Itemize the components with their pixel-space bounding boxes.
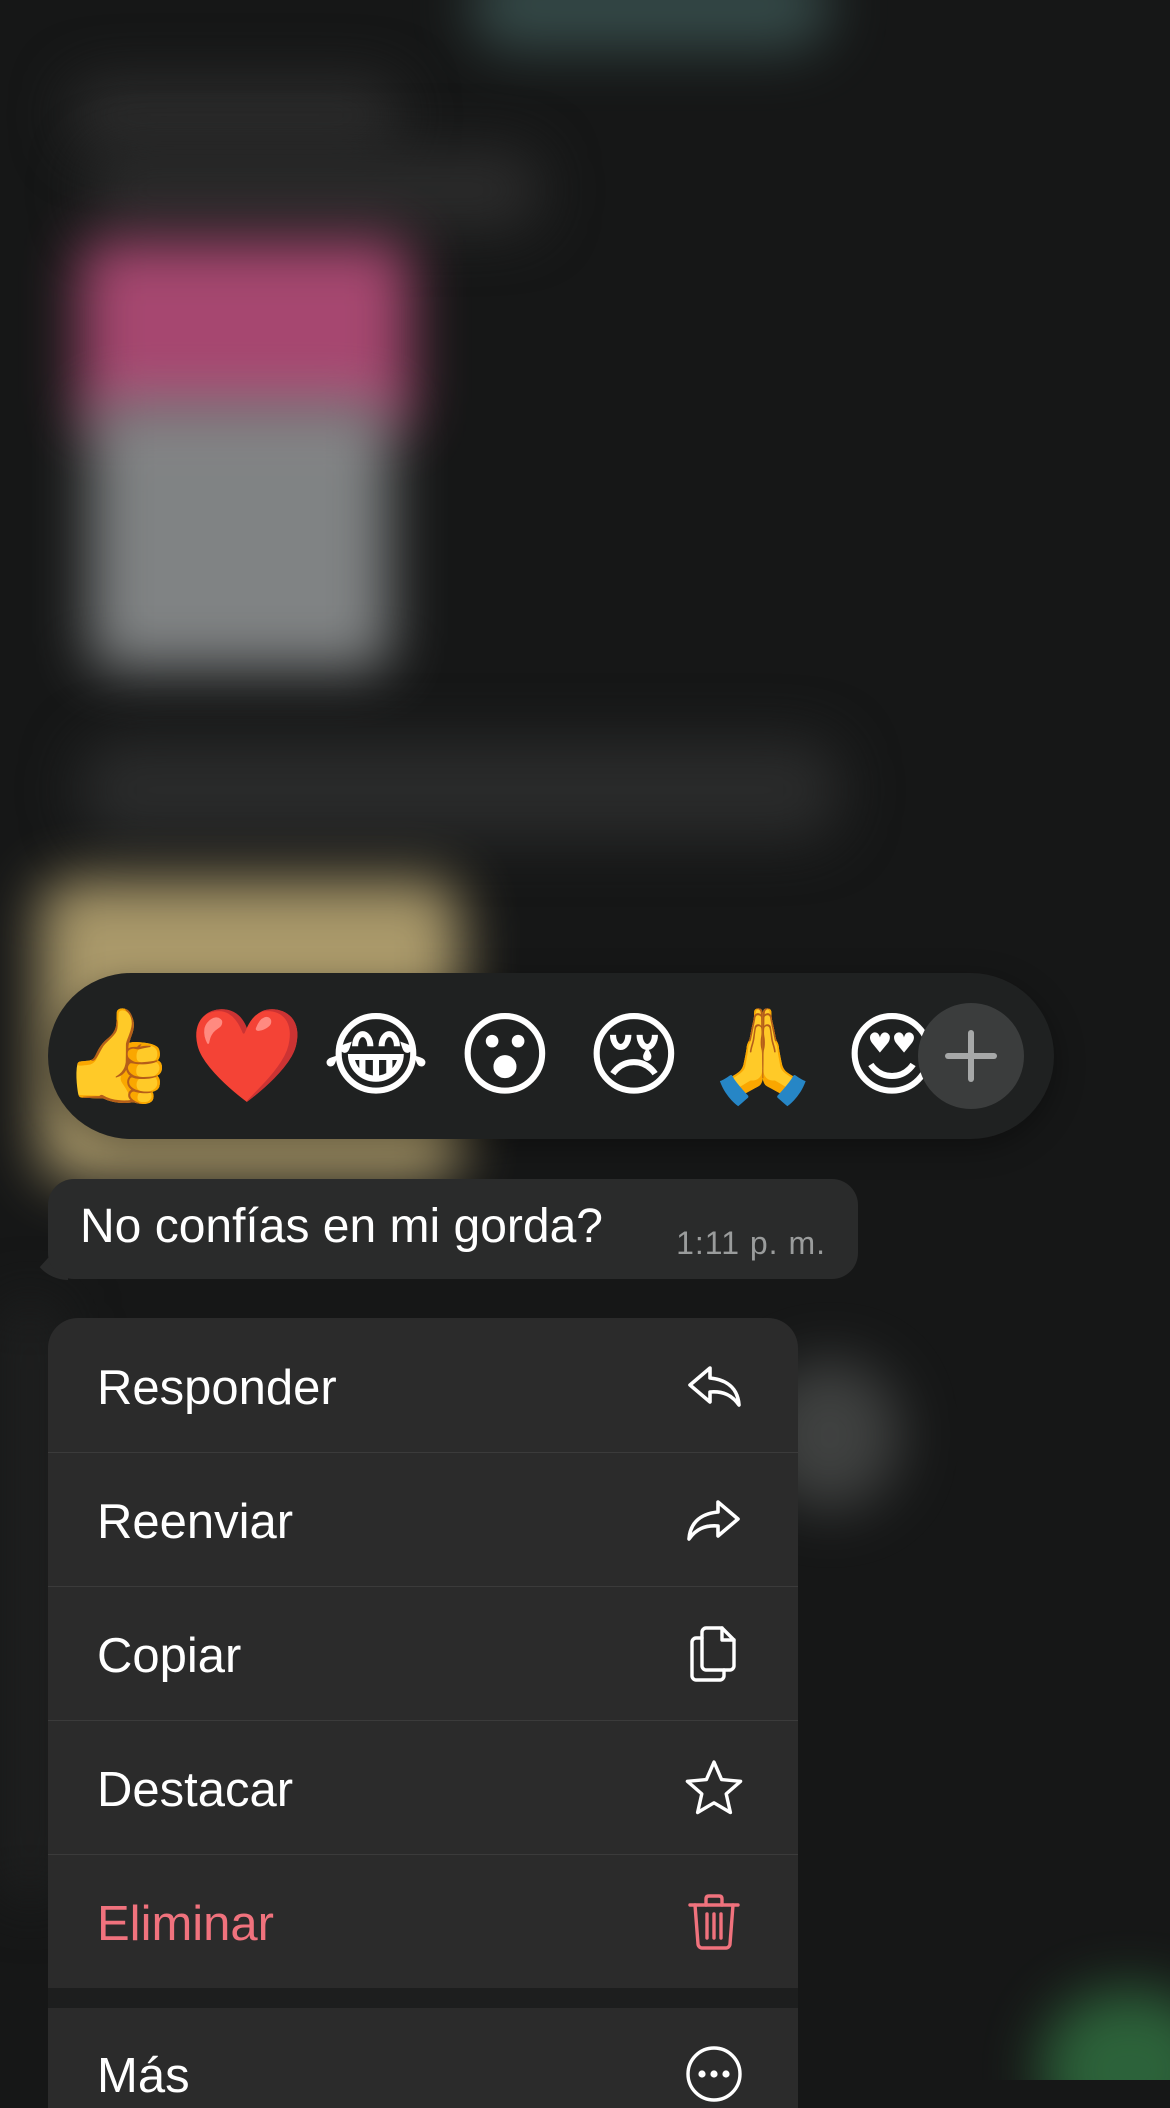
menu-item-star[interactable]: Destacar bbox=[48, 1720, 798, 1855]
message-bubble[interactable]: No confías en mi gorda? 1:11 p. m. bbox=[48, 1179, 858, 1279]
reaction-bar: 👍 ❤️ 😂 😮 😢 🙏 😍 bbox=[48, 973, 1054, 1139]
message-timestamp: 1:11 p. m. bbox=[676, 1225, 826, 1261]
reaction-tears-of-joy[interactable]: 😂 bbox=[316, 991, 436, 1121]
reaction-open-mouth[interactable]: 😮 bbox=[445, 991, 565, 1121]
menu-section-divider bbox=[48, 1988, 798, 2008]
reaction-crying-face[interactable]: 😢 bbox=[574, 991, 694, 1121]
reaction-folded-hands[interactable]: 🙏 bbox=[703, 991, 823, 1121]
menu-item-copy[interactable]: Copiar bbox=[48, 1586, 798, 1721]
menu-item-label: Reenviar bbox=[97, 1495, 294, 1549]
menu-item-label: Eliminar bbox=[97, 1897, 274, 1951]
menu-item-forward[interactable]: Reenviar bbox=[48, 1452, 798, 1587]
star-icon bbox=[685, 1760, 743, 1815]
message-context-menu: Responder Reenviar Copiar Destacar Elimi… bbox=[48, 1318, 798, 1988]
forward-icon bbox=[687, 1500, 740, 1541]
menu-item-label: Copiar bbox=[97, 1629, 242, 1683]
menu-item-delete[interactable]: Eliminar bbox=[48, 1854, 798, 1988]
reply-icon bbox=[688, 1366, 741, 1407]
menu-item-label: Más bbox=[97, 2049, 190, 2103]
reaction-thumbs-up[interactable]: 👍 bbox=[58, 991, 178, 1121]
message-text: No confías en mi gorda? bbox=[80, 1200, 603, 1253]
copy-icon bbox=[690, 1626, 736, 1682]
menu-item-label: Responder bbox=[97, 1361, 337, 1415]
more-icon bbox=[686, 2046, 742, 2102]
trash-icon bbox=[688, 1894, 740, 1950]
menu-item-label: Destacar bbox=[97, 1763, 294, 1817]
more-reactions-button[interactable] bbox=[918, 1003, 1024, 1109]
menu-item-reply[interactable]: Responder bbox=[48, 1318, 798, 1453]
menu-item-more[interactable]: Más bbox=[48, 2008, 798, 2108]
reaction-red-heart[interactable]: ❤️ bbox=[187, 991, 307, 1121]
